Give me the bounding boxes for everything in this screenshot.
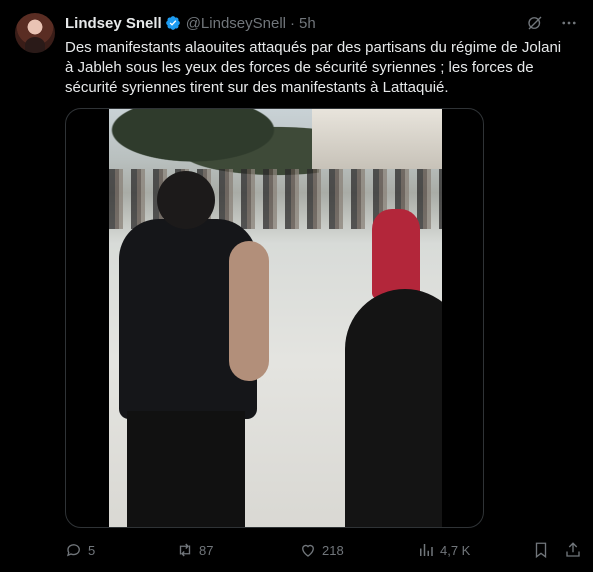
- retweet-button[interactable]: 87: [176, 540, 213, 560]
- views-button[interactable]: 4,7 K: [417, 540, 470, 560]
- verified-badge-icon: [165, 15, 181, 31]
- more-icon[interactable]: [559, 13, 579, 33]
- top-actions: [525, 13, 579, 33]
- retweet-icon: [179, 543, 191, 557]
- video-scene-person: [109, 171, 269, 527]
- video-scene-red-figure: [372, 209, 420, 299]
- avatar[interactable]: [15, 13, 55, 53]
- share-button[interactable]: [564, 540, 582, 560]
- timestamp[interactable]: 5h: [299, 15, 316, 32]
- bookmark-button[interactable]: [532, 540, 550, 560]
- reply-icon: [66, 544, 80, 557]
- separator: ·: [290, 14, 295, 32]
- video-scene-building: [312, 109, 442, 169]
- retweet-count: 87: [199, 542, 214, 558]
- views-count: 4,7 K: [440, 542, 471, 558]
- tweet-header: Lindsey Snell @LindseySnell · 5h: [65, 13, 579, 33]
- reply-count: 5: [88, 542, 96, 558]
- author-name[interactable]: Lindsey Snell: [65, 15, 162, 32]
- like-count: 218: [322, 542, 344, 558]
- share-icon: [566, 542, 580, 557]
- video-player[interactable]: [65, 108, 484, 528]
- bookmark-icon: [535, 542, 547, 559]
- views-icon: [420, 544, 433, 556]
- author-handle[interactable]: @LindseySnell: [186, 15, 286, 32]
- video-frame[interactable]: [109, 109, 442, 527]
- video-scene-foreground: [345, 289, 442, 527]
- action-bar: 5 87 218 4,7 K: [65, 540, 584, 560]
- grok-icon[interactable]: [525, 13, 545, 33]
- like-icon: [302, 544, 314, 557]
- tweet-text: Des manifestants alaouites attaqués par …: [65, 39, 562, 96]
- reply-button[interactable]: 5: [65, 540, 95, 560]
- like-button[interactable]: 218: [299, 540, 344, 560]
